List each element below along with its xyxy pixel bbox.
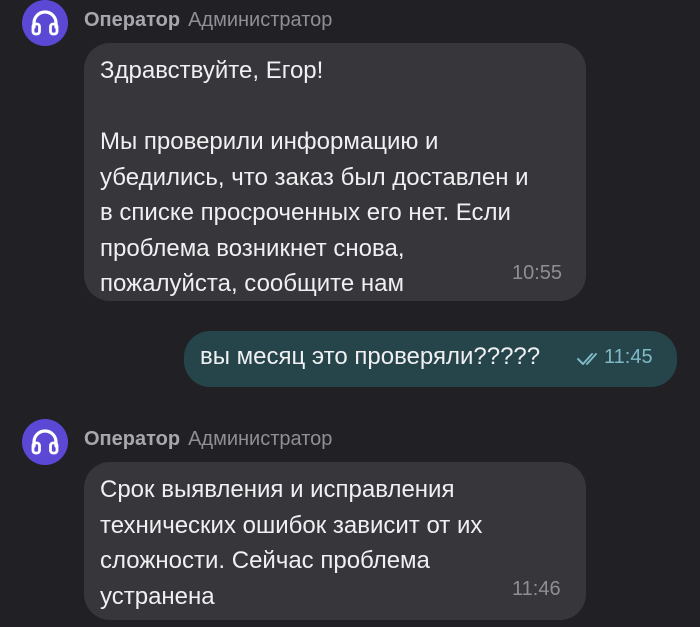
message-text: Здравствуйте, Егор! Мы проверили информа… [100, 57, 529, 297]
sender-line: Оператор Администратор [84, 9, 332, 32]
message-text: Срок выявления и исправления технических… [100, 476, 483, 610]
outgoing-message-bubble[interactable]: вы месяц это проверяли????? 11:45 [184, 331, 677, 387]
headphones-icon [31, 10, 59, 36]
sender-name: Оператор [84, 9, 181, 31]
operator-avatar[interactable] [22, 419, 68, 465]
message-time: 10:55 [512, 262, 563, 284]
double-check-icon [577, 353, 597, 365]
sender-line: Оператор Администратор [84, 428, 332, 451]
message-text: вы месяц это проверяли????? [200, 343, 541, 370]
operator-avatar[interactable] [22, 0, 68, 46]
headphones-icon [31, 429, 59, 455]
sender-role: Администратор [188, 428, 333, 450]
incoming-message-bubble[interactable]: Здравствуйте, Егор! Мы проверили информа… [84, 43, 586, 301]
message-time: 11:45 [604, 346, 653, 368]
incoming-message-bubble[interactable]: Срок выявления и исправления технических… [84, 462, 586, 620]
sender-role: Администратор [188, 9, 333, 31]
message-time: 11:46 [512, 578, 561, 600]
sender-name: Оператор [84, 428, 181, 450]
